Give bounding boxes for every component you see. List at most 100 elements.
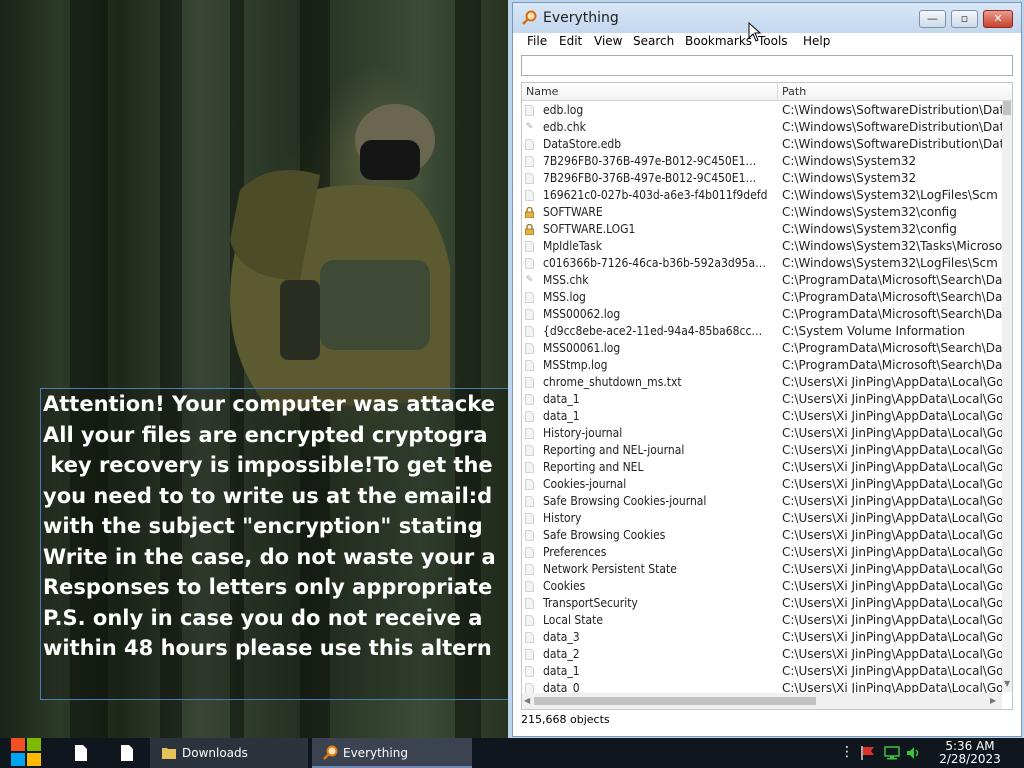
table-row[interactable]: Reporting and NEL C:\Users\Xi JinPing\App… <box>522 459 1002 476</box>
file-path: C:\Windows\SoftwareDistribution\DataS <box>782 120 1002 134</box>
menu-bar: File Edit View Search Bookmarks Tools He… <box>513 33 1021 53</box>
file-name: Preferences <box>543 545 607 559</box>
file-name: SOFTWARE <box>543 205 603 219</box>
vertical-scroll-thumb[interactable] <box>1003 101 1011 115</box>
clock[interactable]: 5:36 AM 2/28/2023 <box>938 740 1002 766</box>
file-icon <box>525 360 534 371</box>
menu-search[interactable]: Search <box>633 34 674 48</box>
table-row[interactable]: Local State C:\Users\Xi JinPing\AppData\L… <box>522 612 1002 629</box>
maximize-button[interactable]: ▫ <box>951 10 978 28</box>
file-name: edb.chk <box>543 120 586 134</box>
table-row[interactable]: data_3 C:\Users\Xi JinPing\AppData\Local\… <box>522 629 1002 646</box>
scroll-right-icon[interactable]: ▶ <box>990 696 996 705</box>
ransom-line: key recovery is impossible!To get the <box>43 453 493 477</box>
table-row[interactable]: {d9cc8ebe-ace2-11ed-94a4-85ba68cc… C:\Sys… <box>522 323 1002 340</box>
table-row[interactable]: MSS00062.log C:\ProgramData\Microsoft\Sea… <box>522 306 1002 323</box>
search-input[interactable] <box>521 55 1013 76</box>
file-path: C:\Users\Xi JinPing\AppData\Local\Go <box>782 630 1002 644</box>
file-name: MSS00061.log <box>543 341 621 355</box>
scroll-down-icon[interactable]: ▼ <box>1004 679 1010 688</box>
file-name: DataStore.edb <box>543 137 622 151</box>
file-icon <box>525 513 534 524</box>
table-row[interactable]: edb.log C:\Windows\SoftwareDistribution\D… <box>522 102 1002 119</box>
table-row[interactable]: data_1 C:\Users\Xi JinPing\AppData\Local\… <box>522 663 1002 680</box>
file-name: 7B296FB0-376B-497e-B012-9C450E1… <box>543 154 757 168</box>
table-row[interactable]: MSS00061.log C:\ProgramData\Microsoft\Sea… <box>522 340 1002 357</box>
file-icon <box>525 309 534 320</box>
file-icon <box>525 445 534 456</box>
table-row[interactable]: Cookies C:\Users\Xi JinPing\AppData\Local… <box>522 578 1002 595</box>
table-row[interactable]: Network Persistent State C:\Users\Xi JinP… <box>522 561 1002 578</box>
table-row[interactable]: History C:\Users\Xi JinPing\AppData\Local… <box>522 510 1002 527</box>
table-row[interactable]: Safe Browsing Cookies-journal C:\Users\Xi… <box>522 493 1002 510</box>
horizontal-scrollbar[interactable]: ◀ ▶ <box>522 693 1002 709</box>
vertical-scrollbar[interactable]: ▼ <box>1002 101 1012 692</box>
menu-help[interactable]: Help <box>803 34 830 48</box>
table-row[interactable]: SOFTWARE C:\Windows\System32\config <box>522 204 1002 221</box>
menu-edit[interactable]: Edit <box>559 34 582 48</box>
table-row[interactable]: c016366b-7126-46ca-b36b-592a3d95a… C:\Win… <box>522 255 1002 272</box>
file-icon <box>525 649 534 660</box>
table-row[interactable]: History-journal C:\Users\Xi JinPing\AppDa… <box>522 425 1002 442</box>
menu-view[interactable]: View <box>594 34 622 48</box>
table-row[interactable]: Safe Browsing Cookies C:\Users\Xi JinPing… <box>522 527 1002 544</box>
table-row[interactable]: 7B296FB0-376B-497e-B012-9C450E1… C:\Windo… <box>522 170 1002 187</box>
table-row[interactable]: ✎ MSS.chk C:\ProgramData\Microsoft\Search\… <box>522 272 1002 289</box>
menu-bookmarks[interactable]: Bookmarks <box>685 34 752 48</box>
results-list[interactable]: Name Path edb.log C:\Windows\SoftwareDist… <box>521 82 1013 710</box>
file-path: C:\Users\Xi JinPing\AppData\Local\Go <box>782 664 1002 678</box>
taskbar-everything-button[interactable]: Everything <box>312 738 472 768</box>
file-path: C:\Windows\SoftwareDistribution\DataS <box>782 103 1002 117</box>
table-row[interactable]: data_1 C:\Users\Xi JinPing\AppData\Local\… <box>522 408 1002 425</box>
file-name: edb.log <box>543 103 584 117</box>
table-row[interactable]: chrome_shutdown_ms.txt C:\Users\Xi JinPin… <box>522 374 1002 391</box>
table-row[interactable]: SOFTWARE.LOG1 C:\Windows\System32\config <box>522 221 1002 238</box>
file-icon <box>525 343 534 354</box>
table-row[interactable]: Reporting and NEL-journal C:\Users\Xi Jin… <box>522 442 1002 459</box>
file-name: Cookies <box>543 579 586 593</box>
table-row[interactable]: data_2 C:\Users\Xi JinPing\AppData\Local\… <box>522 646 1002 663</box>
file-name: Cookies-journal <box>543 477 627 491</box>
table-row[interactable]: DataStore.edb C:\Windows\SoftwareDistribu… <box>522 136 1002 153</box>
taskbar-downloads-button[interactable]: Downloads <box>150 738 308 768</box>
volume-icon[interactable] <box>906 745 922 761</box>
column-header-path[interactable]: Path <box>782 85 806 98</box>
file-name: data_1 <box>543 392 580 406</box>
file-name: MSS.chk <box>543 273 589 287</box>
document-icon[interactable] <box>120 744 134 762</box>
ransom-line: P.S. only in case you do not receive a <box>43 605 483 630</box>
table-row[interactable]: Cookies-journal C:\Users\Xi JinPing\AppDa… <box>522 476 1002 493</box>
file-name: MpIdleTask <box>543 239 602 253</box>
file-icon <box>525 479 534 490</box>
table-row[interactable]: 7B296FB0-376B-497e-B012-9C450E1… C:\Windo… <box>522 153 1002 170</box>
menu-file[interactable]: File <box>527 34 547 48</box>
ransom-line: Responses to letters only appropriate <box>43 575 493 599</box>
file-path: C:\Users\Xi JinPing\AppData\Local\Go <box>782 647 1002 661</box>
file-icon <box>525 547 534 558</box>
document-icon[interactable] <box>74 744 88 762</box>
table-row[interactable]: 169621c0-027b-403d-a6e3-f4b011f9defd C:\W… <box>522 187 1002 204</box>
windows-start-icon[interactable] <box>10 738 44 768</box>
column-header-name[interactable]: Name <box>526 85 558 98</box>
file-name: 169621c0-027b-403d-a6e3-f4b011f9defd <box>543 188 768 202</box>
table-row[interactable]: Preferences C:\Users\Xi JinPing\AppData\L… <box>522 544 1002 561</box>
table-row[interactable]: TransportSecurity C:\Users\Xi JinPing\App… <box>522 595 1002 612</box>
table-row[interactable]: MSStmp.log C:\ProgramData\Microsoft\Searc… <box>522 357 1002 374</box>
scroll-left-icon[interactable]: ◀ <box>524 696 530 705</box>
file-path: C:\ProgramData\Microsoft\Search\Dat <box>782 341 1002 355</box>
horizontal-scroll-thumb[interactable] <box>534 697 816 705</box>
minimize-button[interactable]: — <box>919 10 946 28</box>
file-path: C:\Users\Xi JinPing\AppData\Local\Go <box>782 409 1002 423</box>
overflow-dots-icon[interactable]: ⋮ <box>840 744 854 760</box>
table-row[interactable]: MSS.log C:\ProgramData\Microsoft\Search\D… <box>522 289 1002 306</box>
network-icon[interactable] <box>884 745 900 761</box>
title-bar[interactable]: Everything — ▫ ✕ <box>513 3 1021 33</box>
action-center-flag-icon[interactable] <box>860 745 876 761</box>
column-divider[interactable] <box>777 83 778 101</box>
menu-tools[interactable]: Tools <box>758 34 788 48</box>
table-row[interactable]: MpIdleTask C:\Windows\System32\Tasks\Micr… <box>522 238 1002 255</box>
table-row[interactable]: ✎ edb.chk C:\Windows\SoftwareDistribution\… <box>522 119 1002 136</box>
table-row[interactable]: data_1 C:\Users\Xi JinPing\AppData\Local\… <box>522 391 1002 408</box>
file-path: C:\Windows\System32\Tasks\Microsof <box>782 239 1002 253</box>
close-button[interactable]: ✕ <box>983 10 1013 28</box>
